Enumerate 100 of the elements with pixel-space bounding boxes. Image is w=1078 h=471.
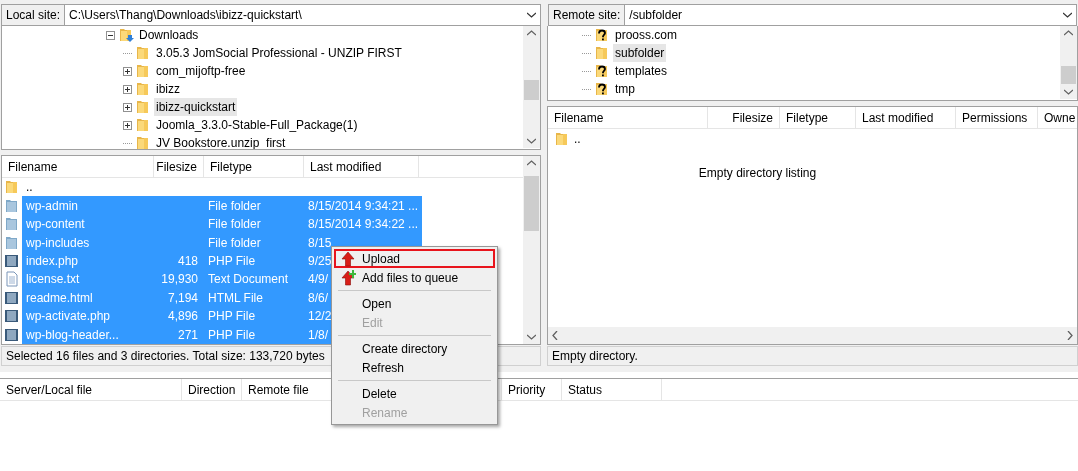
menu-item[interactable]: Create directory [334, 339, 495, 358]
file-cell-text: File folder [207, 197, 262, 215]
column-header[interactable]: Status [562, 379, 662, 400]
scroll-up-icon[interactable] [527, 30, 536, 36]
scroll-up-icon[interactable] [527, 160, 536, 166]
menu-item[interactable]: Open [334, 294, 495, 313]
file-cell-text: wp-content [25, 216, 86, 234]
vertical-scrollbar[interactable] [1060, 26, 1077, 99]
file-cell-text: Text Document [207, 271, 290, 289]
horizontal-scrollbar[interactable] [548, 327, 1077, 344]
column-header[interactable]: Permissions [956, 107, 1038, 128]
question-folder-icon [594, 63, 610, 79]
file-cell-text: wp-activate.php [25, 308, 112, 326]
tree-item[interactable]: ibizz-quickstart [154, 98, 238, 116]
tree-item[interactable]: com_mijoftp-free [154, 62, 248, 80]
vertical-scrollbar[interactable] [523, 26, 540, 148]
file-cell-text: PHP File [207, 252, 257, 270]
column-header[interactable]: Priority [502, 379, 562, 400]
file-cell-text: 4,896 [166, 308, 199, 326]
file-cell-text: 271 [176, 326, 199, 344]
tree-item[interactable]: templates [613, 62, 670, 80]
column-header[interactable]: Filetype [204, 156, 304, 177]
folder-icon [594, 45, 610, 61]
expand-icon[interactable] [123, 120, 132, 130]
file-row[interactable]: .. [2, 178, 523, 197]
file-cell-text: 7,194 [166, 289, 199, 307]
scroll-left-icon[interactable] [552, 331, 558, 340]
file-cell-text: 418 [176, 252, 199, 270]
script-file-icon [4, 252, 20, 269]
folder-icon [135, 99, 151, 115]
folder-icon [135, 81, 151, 97]
file-cell-text: PHP File [207, 308, 257, 326]
file-cell-text: 12/2 [307, 308, 333, 326]
path-dropdown[interactable]: C:\Users\Thang\Downloads\ibizz-quickstart\ [65, 5, 540, 25]
menu-item[interactable]: Delete [334, 384, 495, 403]
script-file-icon [4, 308, 20, 325]
scrollbar-thumb[interactable] [1061, 66, 1076, 84]
folder-icon [4, 197, 20, 214]
column-header[interactable]: Direction [182, 379, 242, 400]
expand-icon[interactable] [123, 102, 132, 112]
empty-message: Empty directory listing [698, 165, 817, 182]
tree-item[interactable]: tmp [613, 80, 637, 98]
script-file-icon [4, 289, 20, 306]
file-cell-text: .. [25, 179, 34, 197]
column-header[interactable]: Filetype [780, 107, 856, 128]
file-cell-text: readme.html [25, 289, 94, 307]
file-cell-text: license.txt [25, 271, 81, 289]
column-header[interactable]: Server/Local file [0, 379, 182, 400]
scroll-up-icon[interactable] [1064, 30, 1073, 36]
column-header[interactable]: Filesize [154, 156, 204, 177]
expand-icon[interactable] [123, 66, 132, 76]
file-cell-text: HTML File [207, 289, 264, 307]
file-cell-text: 1/8/ [307, 326, 329, 344]
folder-icon [135, 135, 151, 149]
file-cell-text: index.php [25, 252, 80, 270]
column-header[interactable]: Last modified [856, 107, 956, 128]
chevron-down-icon [527, 12, 536, 18]
folder-icon [4, 234, 20, 251]
scrollbar-thumb[interactable] [524, 80, 539, 100]
column-header[interactable]: Last modified [304, 156, 419, 177]
folder-icon [4, 179, 20, 196]
collapse-icon[interactable] [106, 30, 115, 40]
file-cell-text: 9/25 [307, 252, 333, 270]
file-cell-text: 19,930 [160, 271, 199, 289]
scroll-down-icon[interactable] [1064, 89, 1073, 95]
vertical-scrollbar[interactable] [523, 156, 540, 344]
folder-icon [135, 45, 151, 61]
folder-icon [4, 216, 20, 233]
folder-icon [554, 130, 570, 147]
scroll-down-icon[interactable] [527, 334, 536, 340]
path-dropdown[interactable]: /subfolder [625, 5, 1076, 25]
scroll-right-icon[interactable] [1067, 331, 1073, 340]
column-header[interactable]: Owne [1038, 107, 1077, 128]
question-folder-icon [594, 27, 610, 43]
file-cell-text: File folder [207, 234, 262, 252]
tree-item[interactable]: subfolder [613, 44, 667, 62]
tree-item[interactable]: Joomla_3.3.0-Stable-Full_Package(1) [154, 116, 360, 134]
file-cell-text: 8/6/ [307, 289, 329, 307]
column-header[interactable]: Filename [2, 156, 154, 177]
tree-item[interactable]: 3.05.3 JomSocial Professional - UNZIP FIRST [154, 44, 404, 62]
up-arrow-icon [340, 250, 356, 267]
document-icon [4, 271, 20, 288]
menu-item[interactable]: Add files to queue [334, 268, 495, 287]
download-folder-icon [118, 27, 134, 43]
menu-item[interactable]: Refresh [334, 358, 495, 377]
menu-item[interactable]: Upload [334, 249, 495, 268]
scrollbar-thumb[interactable] [524, 176, 539, 231]
expand-icon[interactable] [123, 84, 132, 94]
column-header[interactable]: Filesize [708, 107, 780, 128]
tree-item[interactable]: prooss.com [613, 26, 680, 44]
chevron-down-icon [1063, 12, 1072, 18]
question-folder-icon [594, 81, 610, 97]
scroll-down-icon[interactable] [527, 138, 536, 144]
column-header[interactable]: Filename [548, 107, 708, 128]
script-file-icon [4, 326, 20, 343]
file-cell-text: 8/15/2014 9:34:21 ... [307, 197, 420, 215]
status-text: Selected 16 files and 3 directories. Total size: 133,720 bytes [6, 348, 325, 365]
file-cell-text: File folder [207, 216, 262, 234]
tree-item[interactable]: Downloads [137, 26, 201, 44]
tree-item[interactable]: ibizz [154, 80, 182, 98]
